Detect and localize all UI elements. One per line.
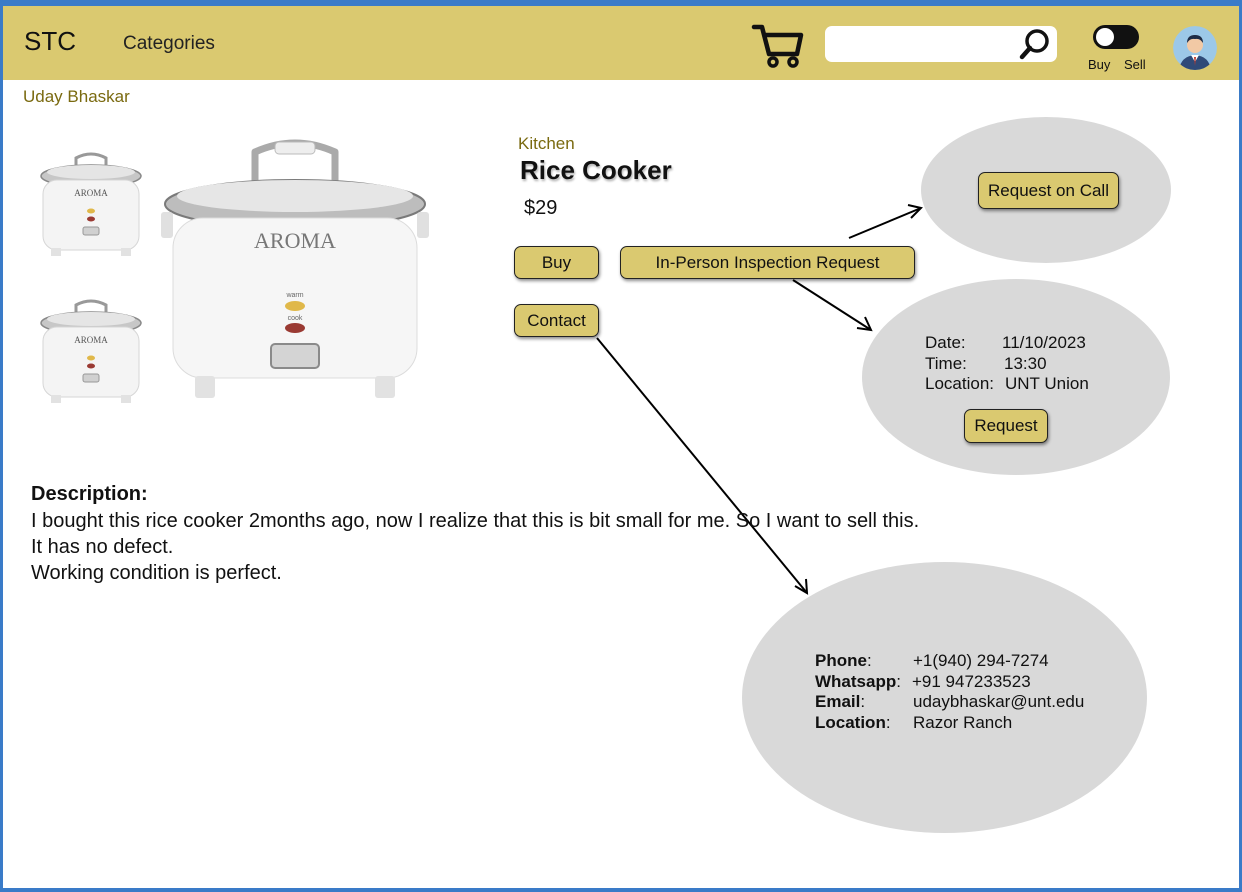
description-line: It has no defect.: [31, 536, 174, 558]
contact-location: Razor Ranch: [913, 713, 1013, 732]
inspection-submit-button[interactable]: Request: [964, 409, 1048, 443]
description-heading: Description:: [31, 483, 148, 505]
location-label: Location: [815, 712, 886, 732]
request-on-call-button[interactable]: Request on Call: [978, 172, 1119, 209]
contact-button[interactable]: Contact: [514, 304, 599, 337]
whatsapp-label: Whatsapp: [815, 671, 897, 691]
contact-email[interactable]: udaybhaskar@unt.edu: [913, 692, 1084, 713]
inspection-date-label: Date:: [925, 333, 966, 352]
inspection-time-label: Time:: [925, 354, 967, 373]
contact-labels: Phone: Whatsapp: Email: Location:: [815, 651, 901, 732]
inspection-time-value: 13:30: [1004, 354, 1047, 373]
description-line: Working condition is perfect.: [31, 562, 282, 584]
contact-whatsapp[interactable]: +91 947233523: [912, 672, 1031, 693]
phone-label: Phone: [815, 651, 867, 670]
inspection-request-button[interactable]: In-Person Inspection Request: [620, 246, 915, 279]
email-label: Email: [815, 692, 861, 711]
flow-arrows: [596, 204, 923, 595]
contact-phone[interactable]: +1(940) 294-7274: [913, 651, 1049, 672]
app-window: STC Categories Buy Sell Uday Bhaskar ARO…: [3, 6, 1239, 888]
buy-button[interactable]: Buy: [514, 246, 599, 279]
description-line: I bought this rice cooker 2months ago, n…: [31, 510, 920, 532]
inspection-date-value: 11/10/2023: [1002, 333, 1086, 352]
inspection-location-value: UNT Union: [1005, 374, 1089, 393]
inspection-location-label: Location:: [925, 374, 994, 393]
